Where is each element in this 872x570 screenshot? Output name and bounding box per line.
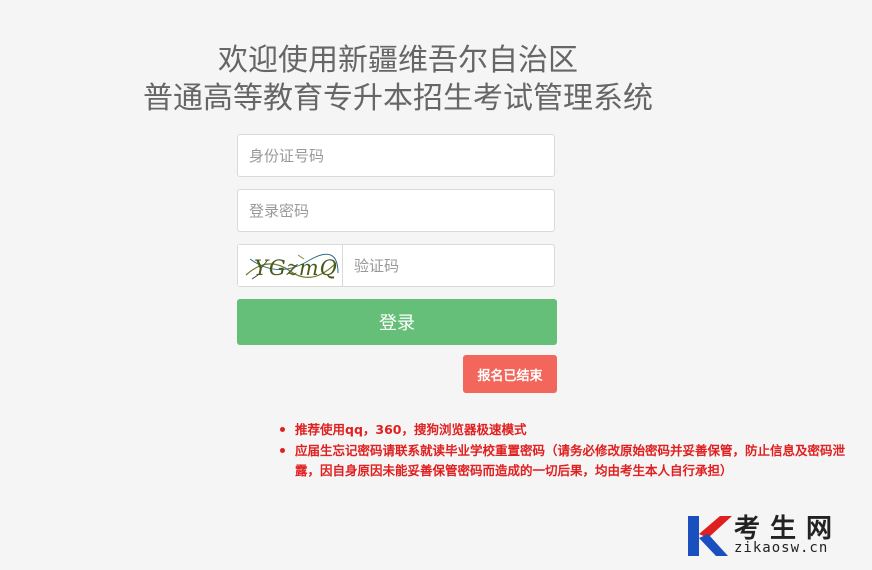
registration-closed-button[interactable]: 报名已结束 — [463, 355, 557, 393]
watermark-logo: 考生网 zikaosw.cn — [686, 510, 862, 560]
id-number-field — [237, 134, 555, 177]
notice-item-browser: 推荐使用qq，360，搜狗浏览器极速模式 — [278, 420, 864, 440]
captcha-input[interactable] — [343, 245, 554, 286]
id-number-input[interactable] — [238, 135, 554, 176]
captcha-field: YGzmQ — [237, 244, 555, 287]
login-button[interactable]: 登录 — [237, 299, 557, 345]
password-field — [237, 189, 555, 232]
captcha-image[interactable]: YGzmQ — [238, 245, 343, 286]
notice-list: 推荐使用qq，360，搜狗浏览器极速模式 应届生忘记密码请联系就读毕业学校重置密… — [278, 420, 864, 482]
watermark-url: zikaosw.cn — [734, 540, 829, 556]
page-title: 欢迎使用新疆维吾尔自治区 普通高等教育专升本招生考试管理系统 — [0, 42, 796, 118]
notice-item-password: 应届生忘记密码请联系就读毕业学校重置密码（请务必修改原始密码并妥善保管，防止信息… — [278, 441, 864, 481]
password-input[interactable] — [238, 190, 554, 231]
k-logo-icon — [688, 516, 732, 556]
captcha-text: YGzmQ — [254, 256, 338, 280]
title-line-1: 欢迎使用新疆维吾尔自治区 — [218, 43, 578, 78]
title-line-2: 普通高等教育专升本招生考试管理系统 — [143, 81, 653, 116]
